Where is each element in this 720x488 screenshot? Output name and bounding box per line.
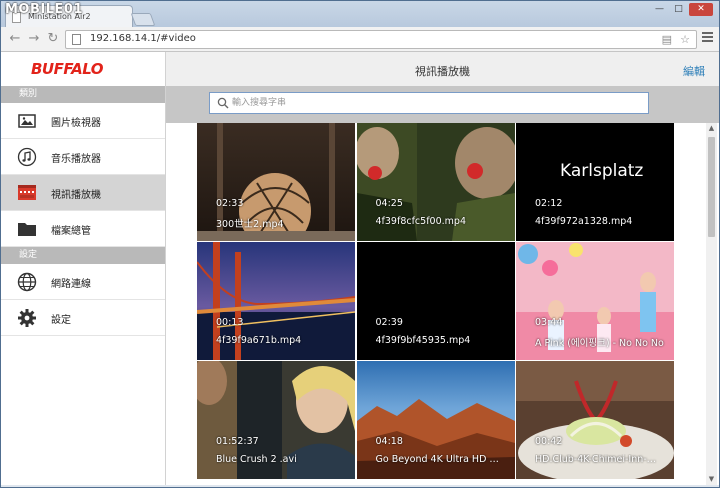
search-box[interactable] [209, 92, 649, 114]
image-icon [18, 114, 36, 128]
new-tab-button[interactable] [130, 13, 156, 26]
video-filename: Blue Crush 2 .avi [216, 454, 297, 465]
video-grid: 02:33 300世士2.mp4 04:25 4f39f8cfc5f00.mp4… [197, 123, 674, 479]
video-filename: A Pink (에이핑크) - No No No [535, 338, 664, 349]
sidebar-item-label: 檔案總管 [51, 226, 91, 237]
video-duration: 01:52:37 [216, 436, 259, 447]
scroll-up-icon[interactable]: ▲ [706, 123, 717, 134]
video-filename: 4f39f8cfc5f00.mp4 [375, 216, 466, 227]
browser-toolbar: ← → ↻ 192.168.14.1/#video ▤ ☆ [1, 27, 719, 52]
title-bar: Ministation Air2 MOBILE01 — □ ✕ [1, 1, 719, 27]
video-tile[interactable]: 00:42 HD.Club-4K-Chimei-Inn-… [516, 361, 674, 479]
scrollbar[interactable]: ▲ ▼ [706, 123, 717, 485]
url-text: 192.168.14.1/#video [90, 33, 196, 44]
sidebar-item-photo-viewer[interactable]: 圖片檢視器 [1, 103, 165, 139]
video-duration: 03:44 [535, 317, 563, 328]
close-button[interactable]: ✕ [689, 3, 713, 16]
sidebar-section-category: 類別 [1, 86, 165, 103]
document-icon[interactable]: ▤ [662, 33, 672, 46]
video-filename: Go Beyond 4K Ultra HD … [375, 454, 499, 465]
thumbnail-caption: Karlsplatz [560, 161, 644, 181]
video-duration: 02:12 [535, 198, 563, 209]
maximize-button[interactable]: □ [670, 3, 687, 16]
video-tile[interactable]: 00:13 4f39f9a671b.mp4 [197, 242, 355, 360]
reload-icon[interactable]: ↻ [45, 31, 61, 47]
page-icon [72, 34, 81, 45]
video-tile[interactable]: 01:52:37 Blue Crush 2 .avi [197, 361, 355, 479]
folder-icon [18, 223, 36, 236]
video-tile[interactable]: 02:33 300世士2.mp4 [197, 123, 355, 241]
video-duration: 04:25 [375, 198, 403, 209]
video-tile[interactable]: 04:25 4f39f8cfc5f00.mp4 [356, 123, 515, 241]
video-duration: 02:39 [375, 317, 403, 328]
scroll-thumb[interactable] [708, 137, 715, 237]
video-tile[interactable]: 03:44 A Pink (에이핑크) - No No No [516, 242, 674, 360]
search-bar [166, 86, 719, 123]
main-panel: 視訊播放機 編輯 輸入搜尋字串 02:33 300世士2.mp4 04:25 4… [166, 52, 719, 485]
sidebar-item-video-player[interactable]: 視訊播放機 [1, 175, 165, 211]
main-header: 視訊播放機 編輯 [166, 52, 719, 86]
app: BUFFALO 類別 圖片檢視器 音乐播放器 視訊播放機 檔案總管 設定 網路連… [1, 52, 719, 485]
video-tile[interactable]: 02:39 4f39f9bf45935.mp4 [356, 242, 515, 360]
video-grid-container: 02:33 300世士2.mp4 04:25 4f39f8cfc5f00.mp4… [166, 123, 719, 485]
video-filename: 300世士2.mp4 [216, 219, 284, 230]
forward-arrow-icon[interactable]: → [26, 31, 42, 47]
search-input[interactable] [232, 95, 642, 111]
window-controls: — □ ✕ [649, 3, 713, 16]
sidebar-item-label: 網路連線 [51, 279, 91, 290]
gear-icon [18, 309, 36, 327]
minimize-button[interactable]: — [651, 3, 668, 16]
video-filename: HD.Club-4K-Chimei-Inn-… [535, 454, 657, 465]
video-duration: 02:33 [216, 198, 244, 209]
video-duration: 00:13 [216, 317, 244, 328]
watermark: MOBILE01 [5, 2, 83, 17]
sidebar-item-label: 設定 [51, 315, 71, 326]
star-icon[interactable]: ☆ [680, 33, 690, 46]
sidebar-item-label: 音乐播放器 [51, 154, 101, 165]
video-tile[interactable]: 04:18 Go Beyond 4K Ultra HD … [356, 361, 515, 479]
video-duration: 04:18 [375, 436, 403, 447]
sidebar-item-music-player[interactable]: 音乐播放器 [1, 139, 165, 175]
video-filename: 4f39f9bf45935.mp4 [375, 335, 471, 346]
sidebar-item-label: 圖片檢視器 [51, 118, 101, 129]
sidebar-item-file-manager[interactable]: 檔案總管 [1, 211, 165, 247]
video-icon [18, 185, 36, 200]
back-arrow-icon[interactable]: ← [7, 31, 23, 47]
sidebar-section-settings: 設定 [1, 247, 165, 264]
buffalo-logo: BUFFALO [31, 60, 104, 78]
address-bar[interactable]: 192.168.14.1/#video ▤ ☆ [65, 30, 697, 49]
globe-icon [17, 272, 37, 292]
video-tile[interactable]: Karlsplatz 02:12 4f39f972a1328.mp4 [516, 123, 674, 241]
page-title: 視訊播放機 [415, 65, 470, 78]
edit-button[interactable]: 編輯 [683, 63, 705, 79]
sidebar-item-settings[interactable]: 設定 [1, 300, 165, 336]
browser-window: Ministation Air2 MOBILE01 — □ ✕ ← → ↻ 19… [0, 0, 720, 488]
scroll-down-icon[interactable]: ▼ [706, 474, 717, 485]
music-icon [17, 147, 37, 167]
video-filename: 4f39f9a671b.mp4 [216, 335, 302, 346]
video-filename: 4f39f972a1328.mp4 [535, 216, 633, 227]
video-duration: 00:42 [535, 436, 563, 447]
sidebar-item-label: 視訊播放機 [51, 190, 101, 201]
sidebar: BUFFALO 類別 圖片檢視器 音乐播放器 視訊播放機 檔案總管 設定 網路連… [1, 52, 166, 485]
menu-icon[interactable] [702, 32, 713, 44]
search-icon [217, 97, 229, 109]
sidebar-item-network[interactable]: 網路連線 [1, 264, 165, 300]
